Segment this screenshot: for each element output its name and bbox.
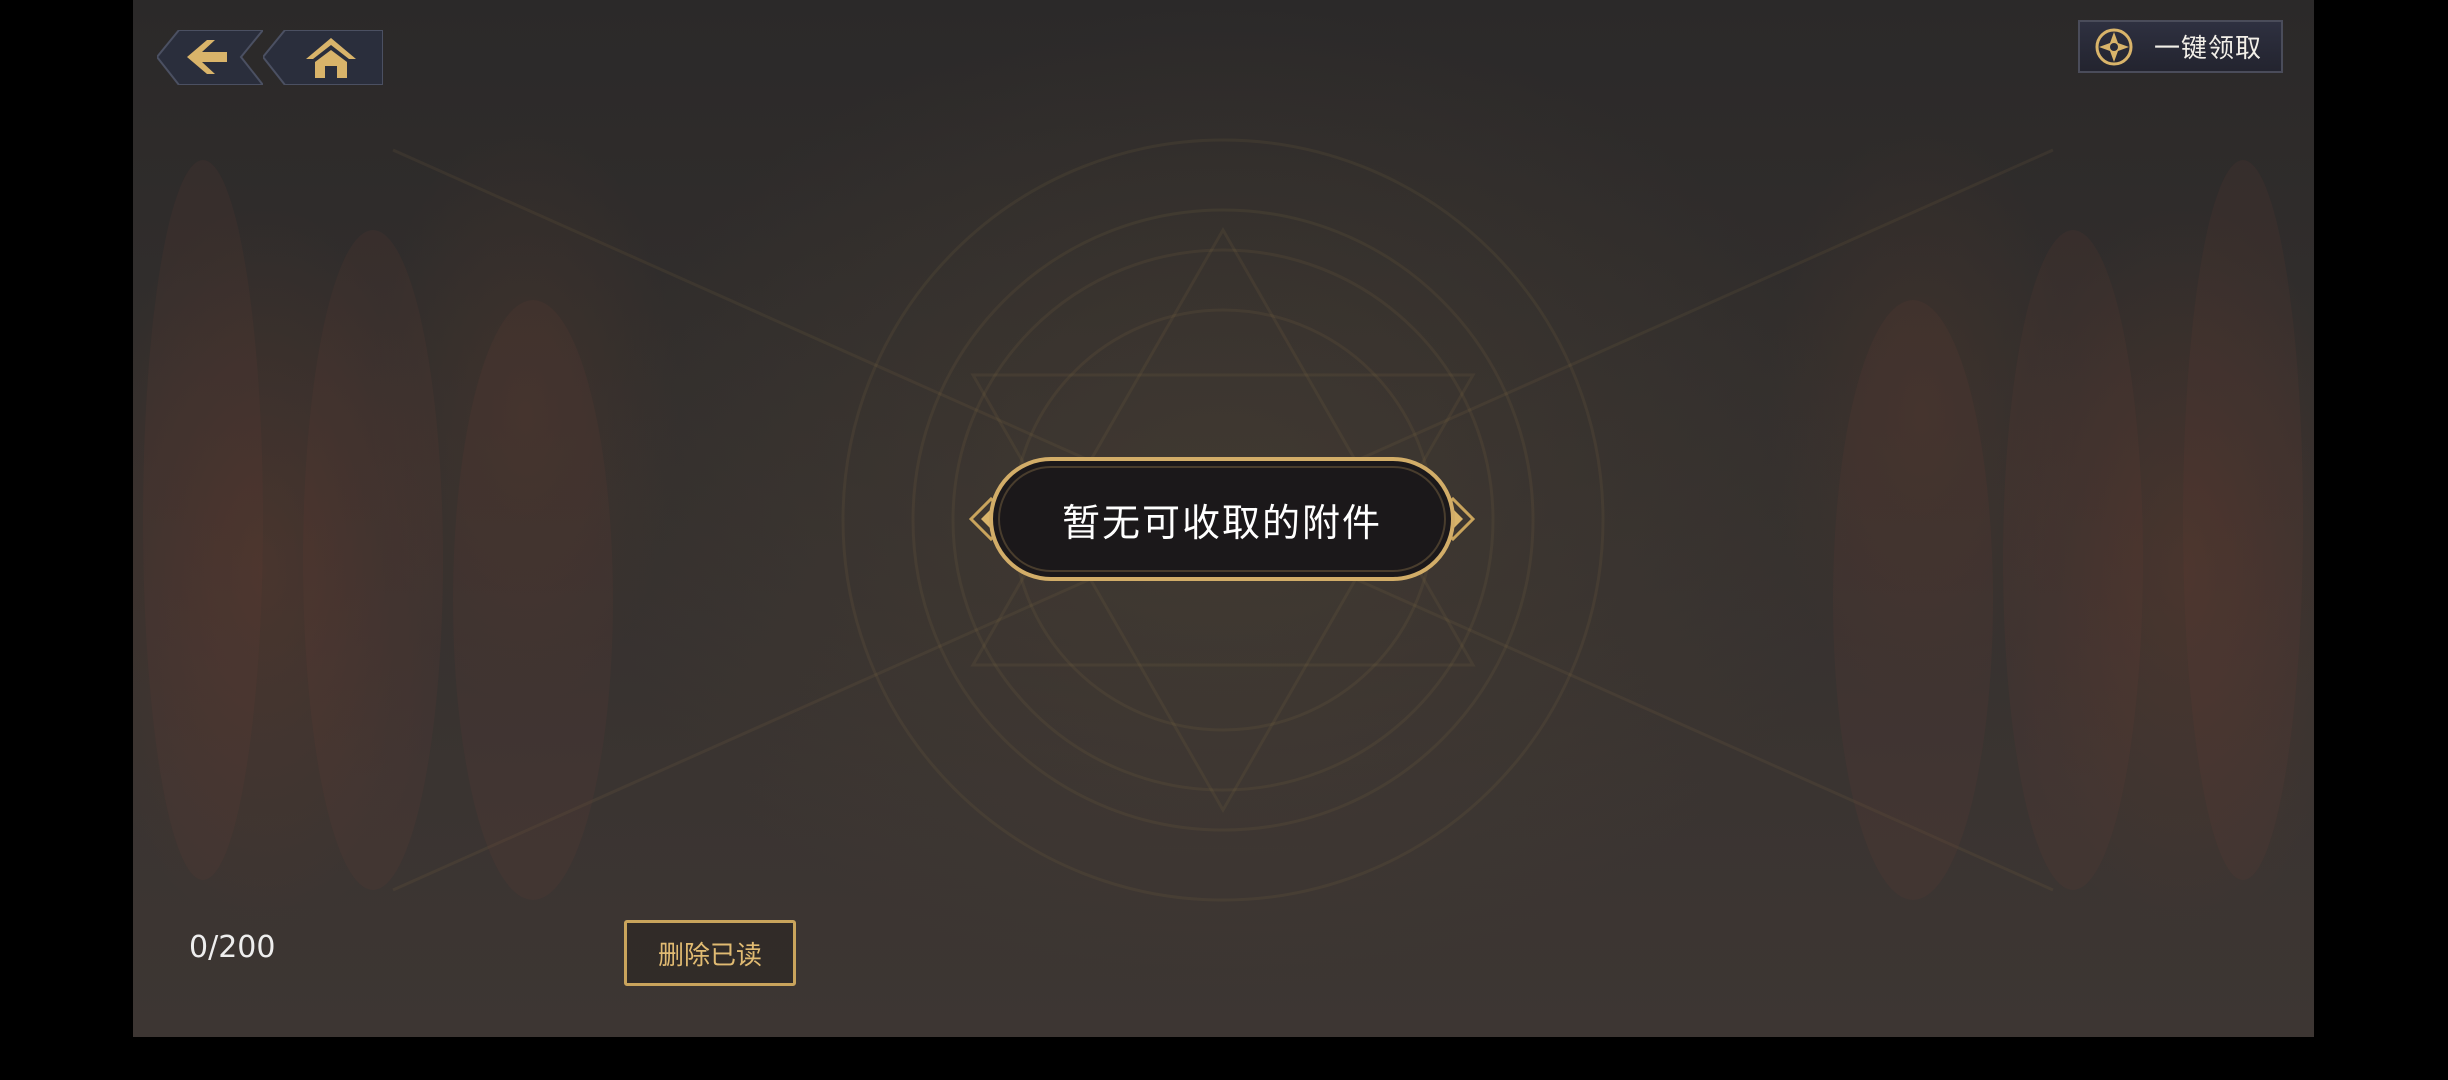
home-icon [263,30,383,85]
empty-state-banner: 暂无可收取的附件 [967,455,1477,583]
emblem-icon [2095,28,2133,65]
mail-count: 0/200 [189,930,276,965]
claim-all-label: 一键领取 [2154,34,2263,64]
home-button[interactable] [263,30,383,85]
back-button[interactable] [157,30,263,85]
delete-read-button[interactable]: 删除已读 [624,920,796,986]
claim-all-button[interactable]: 一键领取 [2078,20,2283,73]
empty-state-message: 暂无可收取的附件 [1061,500,1382,545]
back-arrow-icon [157,30,263,85]
mailbox-screen: 一键领取 暂无可收取的附件 0/200 删除已读 [133,0,2314,1037]
